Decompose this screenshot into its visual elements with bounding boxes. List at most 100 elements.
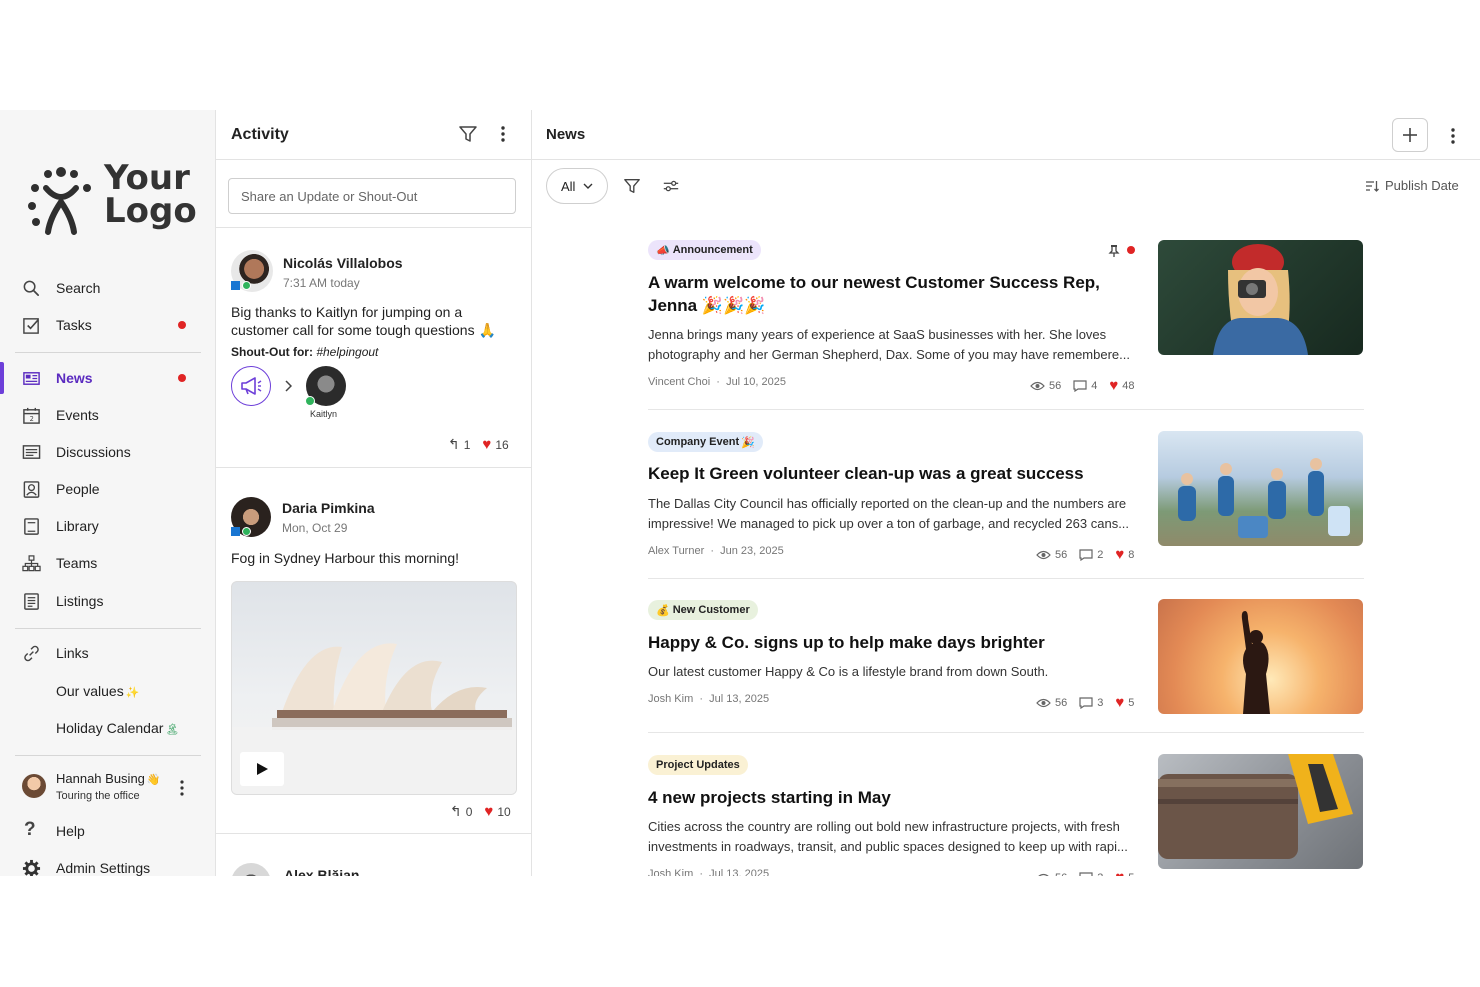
article-divider — [648, 732, 1364, 733]
chevron-down-icon — [583, 183, 593, 189]
article-stats: 56 4 ♥ 48 — [1030, 377, 1135, 394]
heart-icon[interactable]: ♥ — [482, 436, 491, 453]
sidebar-item-links[interactable]: Links — [0, 637, 216, 669]
sidebar-item-events[interactable]: 2 Events — [0, 399, 216, 431]
more-options-icon[interactable] — [1449, 126, 1457, 146]
post-author[interactable]: Alex Blăjan — [284, 867, 359, 876]
sidebar-item-library[interactable]: Library — [0, 510, 216, 542]
heart-icon[interactable]: ♥ — [484, 803, 493, 820]
article-excerpt: The Dallas City Council has officially r… — [648, 496, 1130, 531]
sidebar-item-tasks[interactable]: Tasks — [0, 309, 216, 341]
sidebar-item-teams[interactable]: Teams — [0, 547, 216, 579]
sidebar-item-label: Teams — [56, 555, 98, 571]
article-image[interactable] — [1158, 754, 1363, 869]
article-stats: 56 2 ♥ 8 — [1036, 546, 1134, 563]
category-filter-value: All — [561, 178, 576, 194]
sidebar-item-label: Help — [56, 823, 85, 839]
article-meta: Josh Kim · Jul 13, 2025 — [648, 868, 769, 876]
category-filter-select[interactable]: All — [546, 168, 608, 204]
article-title[interactable]: 4 new projects starting in May — [648, 786, 1118, 809]
play-button[interactable] — [240, 752, 284, 786]
sidebar-item-search[interactable]: Search — [0, 272, 216, 304]
svg-text:2: 2 — [30, 415, 34, 423]
eye-icon — [1037, 873, 1050, 876]
news-article[interactable]: 📣 Announcement A warm welcome to our newe… — [648, 240, 1364, 394]
avatar[interactable] — [231, 863, 271, 876]
sidebar-item-help[interactable]: ? Help — [0, 815, 216, 847]
sidebar-item-listings[interactable]: Listings — [0, 585, 216, 617]
heart-icon[interactable]: ♥ — [1115, 694, 1124, 711]
article-image[interactable] — [1158, 431, 1363, 546]
article-meta: Josh Kim · Jul 13, 2025 — [648, 693, 770, 705]
filter-icon[interactable] — [623, 177, 641, 195]
article-tag: 💰 New Customer — [648, 600, 758, 620]
article-author: Josh Kim — [648, 868, 694, 876]
article-title[interactable]: Keep It Green volunteer clean-up was a g… — [648, 462, 1118, 485]
article-title[interactable]: A warm welcome to our newest Customer Su… — [648, 271, 1118, 317]
sidebar-item-our-values[interactable]: Our values ✨ — [0, 675, 216, 707]
article-meta: Vincent Choi · Jul 10, 2025 — [648, 376, 786, 388]
reply-icon[interactable]: ↰ — [448, 436, 460, 453]
current-user[interactable]: Hannah Busing 👋 Touring the office — [20, 768, 200, 808]
news-article[interactable]: Company Event 🎉 Keep It Green volunteer c… — [648, 431, 1364, 572]
sort-label: Publish Date — [1385, 178, 1459, 193]
sidebar-item-news[interactable]: News — [0, 362, 216, 394]
sidebar-item-holiday-calendar[interactable]: Holiday Calendar 🏝 — [0, 712, 216, 744]
user-more-icon[interactable] — [179, 779, 185, 797]
article-date: Jul 13, 2025 — [709, 693, 770, 705]
post-reactions: ↰ 1 ♥ 16 — [448, 436, 509, 453]
sidebar-item-label: Discussions — [56, 444, 131, 460]
more-options-icon[interactable] — [499, 124, 507, 144]
shoutout-tag[interactable]: #helpingout — [316, 345, 378, 359]
activity-title: Activity — [231, 126, 289, 143]
people-icon — [23, 481, 40, 498]
sidebar-item-discussions[interactable]: Discussions — [0, 436, 216, 468]
activity-panel: Activity Nicolás Villalobos 7:31 AM toda… — [216, 110, 532, 876]
sliders-icon[interactable] — [662, 177, 680, 195]
sparkle-icon: ✨ — [125, 687, 140, 699]
link-icon — [24, 645, 39, 662]
post-time: Mon, Oct 29 — [282, 521, 348, 535]
sidebar-item-label: Library — [56, 518, 99, 534]
add-news-button[interactable] — [1392, 118, 1428, 152]
heart-icon[interactable]: ♥ — [1115, 546, 1124, 563]
sidebar-item-admin-settings[interactable]: Admin Settings — [0, 852, 216, 876]
article-image[interactable] — [1158, 240, 1363, 355]
article-title[interactable]: Happy & Co. signs up to help make days b… — [648, 631, 1118, 654]
pin-icon[interactable] — [1108, 244, 1120, 258]
heart-icon[interactable]: ♥ — [1109, 377, 1118, 394]
online-dot-icon — [305, 396, 315, 406]
sidebar-item-label: News — [56, 370, 93, 386]
search-icon — [23, 280, 40, 297]
heart-icon[interactable]: ♥ — [1115, 869, 1124, 876]
post-divider — [216, 227, 532, 228]
company-logo[interactable]: Your Logo — [26, 161, 206, 236]
filter-icon[interactable] — [458, 124, 478, 144]
sidebar-item-label: Links — [56, 645, 89, 661]
gear-icon — [22, 859, 41, 876]
article-meta: Alex Turner · Jun 23, 2025 — [648, 545, 784, 557]
article-author: Alex Turner — [648, 545, 705, 557]
article-author: Josh Kim — [648, 693, 694, 705]
article-image[interactable] — [1158, 599, 1363, 714]
sort-by-publish-date[interactable]: Publish Date — [1365, 178, 1459, 193]
sidebar-item-people[interactable]: People — [0, 473, 216, 505]
like-count: 10 — [497, 804, 511, 819]
sidebar-divider — [15, 755, 201, 756]
post-time: 7:31 AM today — [283, 276, 360, 290]
post-body: Fog in Sydney Harbour this morning! — [231, 550, 459, 566]
post-author[interactable]: Nicolás Villalobos — [283, 255, 403, 271]
news-icon — [23, 372, 40, 385]
presence-status-icon — [231, 281, 240, 290]
news-article[interactable]: Project Updates 4 new projects starting … — [648, 754, 1364, 876]
news-panel: News All Publish Date 📣 Announcement A wa… — [532, 110, 1480, 876]
share-update-input[interactable] — [228, 178, 516, 214]
post-author[interactable]: Daria Pimkina — [282, 500, 375, 516]
post-image[interactable] — [231, 581, 517, 795]
shoutout-label: Shout-Out for: — [231, 345, 313, 359]
news-article[interactable]: 💰 New Customer Happy & Co. signs up to he… — [648, 599, 1364, 725]
island-icon: 🏝 — [165, 724, 180, 736]
article-excerpt: Jenna brings many years of experience at… — [648, 327, 1130, 362]
unread-dot — [178, 321, 186, 329]
reply-icon[interactable]: ↰ — [450, 803, 462, 820]
